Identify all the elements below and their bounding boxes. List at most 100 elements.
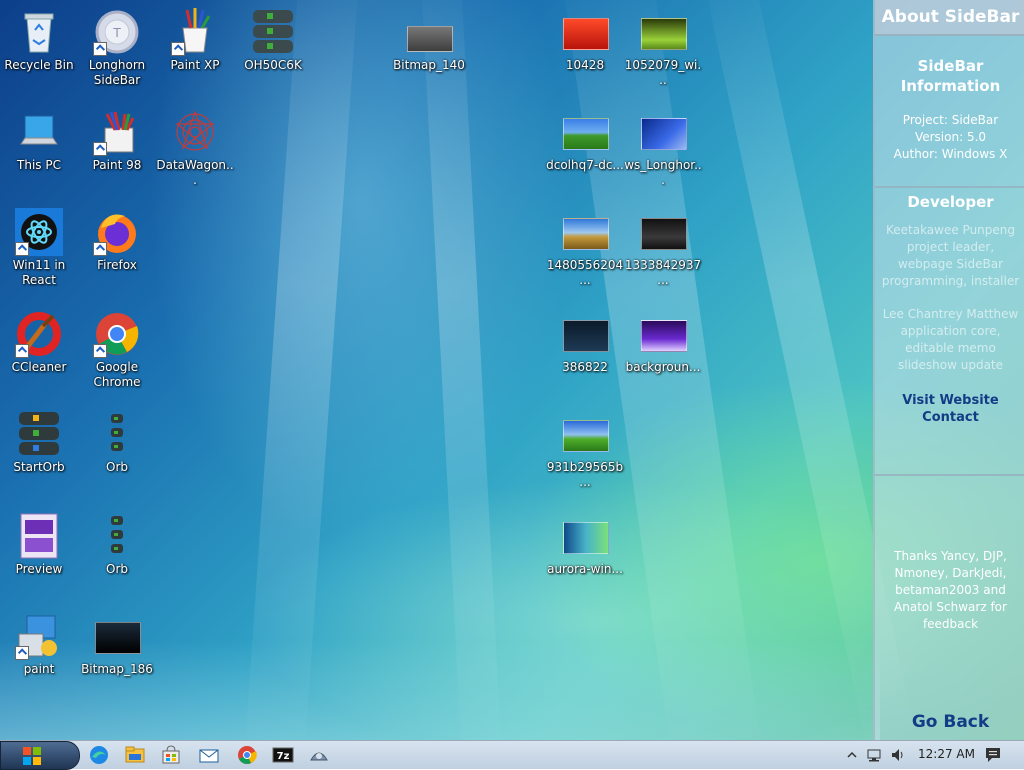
file-931b29565b-item[interactable]: 931b29565b... [546,410,624,490]
image-file-icon [639,310,687,358]
paint98-item[interactable]: Paint 98 [78,108,156,173]
file-background-item[interactable]: backgroun... [624,310,702,375]
store-icon[interactable] [160,744,182,766]
shortcut-arrow-icon [15,242,29,256]
start-button[interactable] [0,741,80,770]
file-10428-item[interactable]: 10428 [546,8,624,73]
recycle-bin-icon [15,8,63,56]
chrome-icon[interactable] [236,744,258,766]
icon-label: aurora-win... [547,562,623,576]
icon-label: Longhorn SideBar [88,58,146,87]
chrome-icon [93,310,141,358]
taskbar-clock[interactable]: 12:27 AM [918,747,975,761]
icon-label: CCleaner [11,360,67,374]
win11-react-item[interactable]: Win11 in React [0,208,78,288]
shortcut-arrow-icon [15,344,29,358]
notification-icon[interactable] [984,746,1002,764]
google-chrome-item[interactable]: Google Chrome [78,310,156,390]
datawagon-item[interactable]: DataWagon... [156,108,234,188]
icon-label: Google Chrome [93,360,141,389]
go-back-button[interactable]: Go Back [875,712,1024,732]
file-1480556204-item[interactable]: 1480556204... [546,208,624,288]
file-aurora-item[interactable]: aurora-win... [546,512,624,577]
icon-label: DataWagon... [156,158,234,187]
paint-item[interactable]: paint [0,612,78,677]
image-file-icon [93,612,141,660]
file-1052079-item[interactable]: 1052079_wi... [624,8,702,88]
image-file-icon [561,108,609,156]
orb-item-2[interactable]: Orb [78,512,156,577]
light-beam [242,0,360,740]
shortcut-arrow-icon [93,142,107,156]
icon-label: paint [23,662,55,676]
icon-label: Firefox [97,258,137,272]
mail-icon[interactable] [198,744,220,766]
icon-label: This PC [17,158,61,172]
sidebar-thanks-section: Thanks Yancy, DJP, Nmoney, DarkJedi, bet… [875,476,1024,633]
startorb-item[interactable]: StartOrb [0,410,78,475]
file-ws-longhorn-item[interactable]: ws_Longhor... [624,108,702,188]
orb-icon [93,410,141,458]
file-explorer-icon[interactable] [124,744,146,766]
longhorn-sidebar-item[interactable]: T Longhorn SideBar [78,8,156,88]
icon-label: Win11 in React [12,258,66,287]
startorb-icon [15,410,63,458]
image-file-icon [639,208,687,256]
app-icon[interactable] [308,744,330,766]
paint98-icon [93,108,141,156]
image-file-icon [639,8,687,56]
icon-label: Orb [106,460,128,474]
oh50c6k-item[interactable]: OH50C6K [234,8,312,73]
icon-label: 1333842937... [624,258,702,287]
longhorn-sidebar-icon: T [93,8,141,56]
firefox-item[interactable]: Firefox [78,208,156,273]
paint-xp-icon [171,8,219,56]
windows-logo-icon [23,747,41,765]
sidebar-info-line: Version: 5.0 [914,130,987,144]
file-1333842937-item[interactable]: 1333842937... [624,208,702,288]
image-file-icon [561,512,609,560]
ccleaner-item[interactable]: CCleaner [0,310,78,375]
sidebar-info-line: Project: SideBar [902,113,999,127]
paint-installer-icon [15,612,63,660]
network-icon[interactable] [866,747,882,763]
icon-label: dcolhq7-dc... [546,158,624,172]
edge-icon[interactable] [88,744,110,766]
icon-label: Paint XP [170,58,220,72]
datawagon-icon [171,108,219,156]
firefox-icon [93,208,141,256]
bitmap140-item[interactable]: Bitmap_140 [390,8,468,73]
image-file-icon [405,8,453,56]
volume-icon[interactable] [890,747,906,763]
paint-xp-item[interactable]: Paint XP [156,8,234,73]
contact-link[interactable]: Contact [875,409,1024,426]
icon-label: OH50C6K [244,58,302,72]
recycle-bin-icon-item[interactable]: Recycle Bin [0,8,78,73]
sidebar-info-section: SideBar Information Project: SideBar Ver… [875,36,1024,188]
icon-label: Paint 98 [92,158,142,172]
shortcut-arrow-icon [93,42,107,56]
visit-website-link[interactable]: Visit Website [875,392,1024,409]
svg-text:7z: 7z [277,751,290,762]
about-sidebar-panel: About SideBar SideBar Information Projec… [873,0,1024,740]
orb-item-1[interactable]: Orb [78,410,156,475]
shortcut-arrow-icon [15,646,29,660]
file-386822-item[interactable]: 386822 [546,310,624,375]
icon-label: Orb [106,562,128,576]
bitmap186-item[interactable]: Bitmap_186 [78,612,156,677]
image-file-icon [561,8,609,56]
sidebar-info-line: Author: Windows X [893,147,1008,161]
icon-label: ws_Longhor... [624,158,702,187]
svg-text:T: T [112,26,121,40]
sidebar-dev2: Lee Chantrey Matthew application core, e… [882,307,1019,372]
image-file-icon [561,410,609,458]
icon-label: backgroun... [625,360,701,374]
sidebar-developer-title: Developer [907,193,994,211]
ccleaner-icon [15,310,63,358]
file-dcolhq7-item[interactable]: dcolhq7-dc... [546,108,624,173]
7zip-icon[interactable]: 7z [272,744,294,766]
icon-label: 1480556204... [546,258,624,287]
this-pc-item[interactable]: This PC [0,108,78,173]
chevron-up-icon[interactable] [846,749,858,761]
preview-item[interactable]: Preview [0,512,78,577]
